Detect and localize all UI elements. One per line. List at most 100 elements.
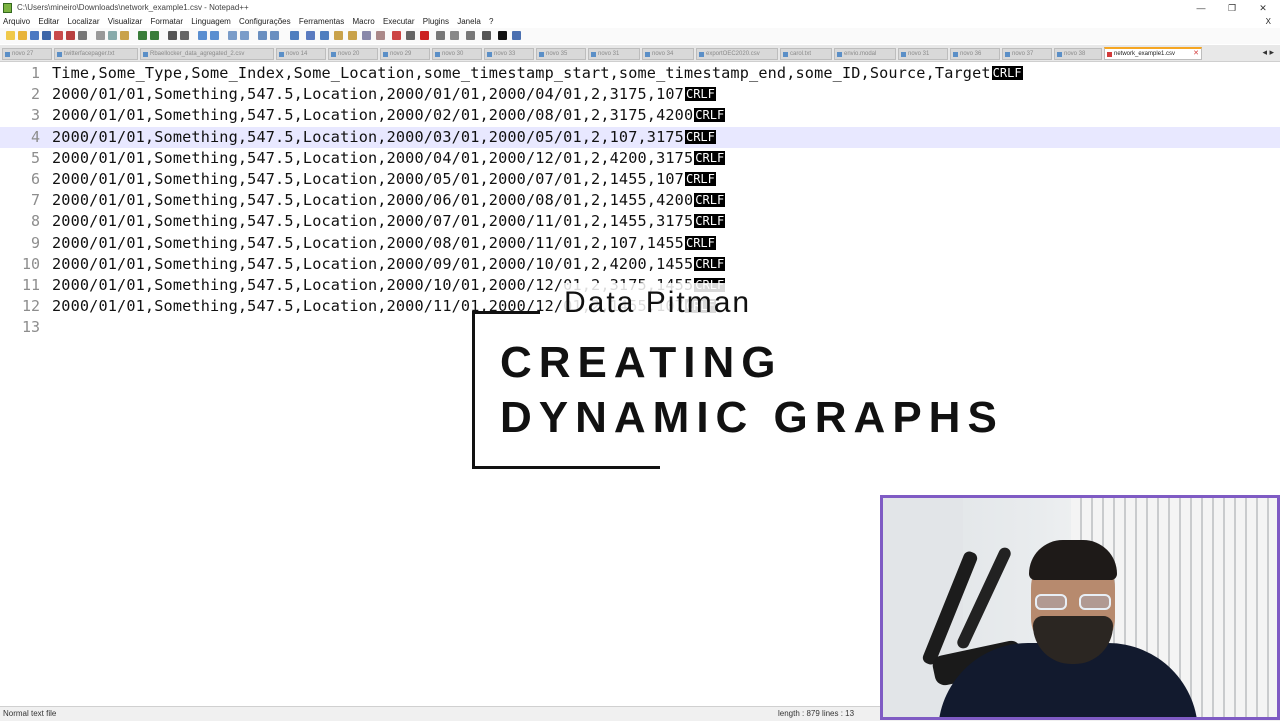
editor-line[interactable]: 1 Time,Some_Type,Some_Index,Some_Location…: [0, 63, 1280, 84]
eol-marker: CRLF: [694, 108, 726, 123]
doc-map-icon[interactable]: [320, 31, 329, 40]
print-icon[interactable]: [78, 31, 87, 40]
macro-record-icon[interactable]: [392, 31, 401, 40]
find-icon[interactable]: [168, 31, 177, 40]
tab-document[interactable]: exportOEC2020.csv: [696, 48, 778, 60]
tab-document[interactable]: novo 31: [898, 48, 948, 60]
tab-document[interactable]: novo 35: [536, 48, 586, 60]
sync-horizontal-icon[interactable]: [240, 31, 249, 40]
tab-document[interactable]: Rbaellocker_data_agregated_2.csv: [140, 48, 274, 60]
new-file-icon[interactable]: [6, 31, 15, 40]
tab-document[interactable]: novo 14: [276, 48, 326, 60]
menu-visualizar[interactable]: Visualizar: [105, 16, 146, 28]
menu-ferramentas[interactable]: Ferramentas: [296, 16, 347, 28]
eol-marker: CRLF: [684, 87, 716, 102]
macro-run-multiple-icon[interactable]: [436, 31, 445, 40]
close-all-icon[interactable]: [66, 31, 75, 40]
editor-line[interactable]: 8 2000/01/01,Something,547.5,Location,200…: [0, 211, 1280, 232]
tab-document[interactable]: novo 27: [2, 48, 52, 60]
zoom-in-icon[interactable]: [198, 31, 207, 40]
menu-localizar[interactable]: Localizar: [65, 16, 103, 28]
udl-icon[interactable]: [306, 31, 315, 40]
menu-plugins[interactable]: Plugins: [420, 16, 452, 28]
editor-line[interactable]: 6 2000/01/01,Something,547.5,Location,200…: [0, 169, 1280, 190]
menu-linguagem[interactable]: Linguagem: [188, 16, 234, 28]
tab-scroll-arrows[interactable]: ◂ ▸: [1262, 47, 1274, 58]
tab-document[interactable]: novo 29: [380, 48, 430, 60]
compare-icon[interactable]: [512, 31, 521, 40]
tab-document[interactable]: novo 30: [432, 48, 482, 60]
frame-bottom: [472, 466, 660, 469]
menu-formatar[interactable]: Formatar: [148, 16, 186, 28]
spellcheck-icon[interactable]: [466, 31, 475, 40]
monitoring-icon[interactable]: [362, 31, 371, 40]
frame-top: [472, 311, 540, 314]
line-text: 2000/01/01,Something,547.5,Location,2000…: [52, 169, 716, 190]
copy-icon[interactable]: [108, 31, 117, 40]
eol-marker: CRLF: [694, 256, 726, 271]
macro-play-icon[interactable]: [420, 31, 429, 40]
zoom-out-icon[interactable]: [210, 31, 219, 40]
editor-line[interactable]: 3 2000/01/01,Something,547.5,Location,200…: [0, 105, 1280, 126]
line-content: 2000/01/01,Something,547.5,Location,2000…: [52, 233, 684, 252]
word-wrap-icon[interactable]: [258, 31, 267, 40]
line-content: 2000/01/01,Something,547.5,Location,2000…: [52, 254, 694, 273]
tab-document[interactable]: novo 36: [950, 48, 1000, 60]
line-text: 2000/01/01,Something,547.5,Location,2000…: [52, 84, 716, 105]
sync-vertical-icon[interactable]: [228, 31, 237, 40]
menu-configuracoes[interactable]: Configurações: [236, 16, 294, 28]
open-file-icon[interactable]: [18, 31, 27, 40]
editor-line[interactable]: 7 2000/01/01,Something,547.5,Location,200…: [0, 190, 1280, 211]
close-file-icon[interactable]: [54, 31, 63, 40]
tab-document[interactable]: novo 33: [484, 48, 534, 60]
minimize-button[interactable]: —: [1186, 0, 1216, 16]
save-icon[interactable]: [30, 31, 39, 40]
tab-document[interactable]: novo 31: [588, 48, 640, 60]
replace-icon[interactable]: [180, 31, 189, 40]
menu-executar[interactable]: Executar: [380, 16, 418, 28]
editor-line[interactable]: 5 2000/01/01,Something,547.5,Location,200…: [0, 148, 1280, 169]
line-number: 1: [30, 64, 40, 82]
editor-line[interactable]: 10 2000/01/01,Something,547.5,Location,20…: [0, 254, 1280, 275]
editor-line[interactable]: 9 2000/01/01,Something,547.5,Location,200…: [0, 233, 1280, 254]
paste-icon[interactable]: [120, 31, 129, 40]
tab-document[interactable]: novo 38: [1054, 48, 1102, 60]
macro-save-icon[interactable]: [450, 31, 459, 40]
menu-arquivo[interactable]: Arquivo: [0, 16, 33, 28]
record-macro-icon[interactable]: [376, 31, 385, 40]
menu-help[interactable]: ?: [486, 16, 496, 28]
tab-network-example1[interactable]: network_example1.csv ✕: [1104, 47, 1202, 60]
save-all-icon[interactable]: [42, 31, 51, 40]
folder-workspace-icon[interactable]: [348, 31, 357, 40]
tab-document[interactable]: novo 34: [642, 48, 694, 60]
tab-document[interactable]: novo 20: [328, 48, 378, 60]
restore-button[interactable]: ❐: [1217, 0, 1247, 16]
tab-document[interactable]: envio.modal: [834, 48, 896, 60]
close-button[interactable]: ✕: [1248, 0, 1278, 16]
eol-marker: CRLF: [694, 214, 726, 229]
close-document-button[interactable]: X: [1263, 16, 1274, 28]
menu-macro[interactable]: Macro: [349, 16, 377, 28]
menu-editar[interactable]: Editar: [35, 16, 62, 28]
active-tab-label: network_example1.csv: [1114, 51, 1176, 57]
indent-guide-icon[interactable]: [290, 31, 299, 40]
line-number: 8: [30, 212, 40, 231]
undo-icon[interactable]: [138, 31, 147, 40]
menu-janela[interactable]: Janela: [454, 16, 484, 28]
title-bar: C:\Users\mineiro\Downloads\network_examp…: [0, 0, 1280, 16]
editor-line[interactable]: 4 2000/01/01,Something,547.5,Location,200…: [0, 126, 1280, 148]
cut-icon[interactable]: [96, 31, 105, 40]
redo-icon[interactable]: [150, 31, 159, 40]
tab-document[interactable]: novo 37: [1002, 48, 1052, 60]
tab-document[interactable]: twitterfacepager.txt: [54, 48, 138, 60]
tab-document[interactable]: carol.txt: [780, 48, 832, 60]
editor-line[interactable]: 2 2000/01/01,Something,547.5,Location,200…: [0, 84, 1280, 105]
line-number: 10: [21, 254, 40, 273]
macro-stop-icon[interactable]: [406, 31, 415, 40]
line-number: 13: [21, 318, 40, 337]
tab-close-icon[interactable]: ✕: [1193, 49, 1199, 59]
plugin-icon[interactable]: [482, 31, 491, 40]
all-characters-icon[interactable]: [270, 31, 279, 40]
function-list-icon[interactable]: [334, 31, 343, 40]
terminal-icon[interactable]: [498, 31, 507, 40]
